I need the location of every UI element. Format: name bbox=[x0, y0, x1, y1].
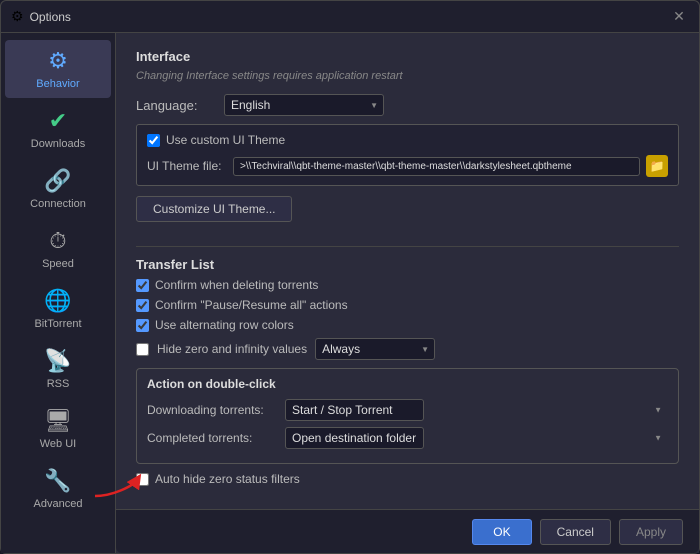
sidebar-item-label-advanced: Advanced bbox=[34, 498, 83, 510]
ok-button[interactable]: OK bbox=[472, 519, 531, 545]
transfer-list-section: Transfer List Confirm when deleting torr… bbox=[136, 257, 679, 360]
theme-header: Use custom UI Theme bbox=[147, 133, 668, 147]
hide-zero-checkbox[interactable] bbox=[136, 343, 149, 356]
window-icon: ⚙ bbox=[11, 8, 24, 25]
language-select-wrapper: English French German bbox=[224, 94, 384, 116]
webui-icon: 🖥 bbox=[44, 408, 72, 434]
confirm-pause-row: Confirm "Pause/Resume all" actions bbox=[136, 298, 679, 312]
hide-zero-select[interactable]: Always Never When inactive bbox=[315, 338, 435, 360]
sidebar-item-bittorrent[interactable]: 🌐 BitTorrent bbox=[5, 280, 111, 338]
hide-zero-label: Hide zero and infinity values bbox=[157, 342, 307, 356]
apply-button[interactable]: Apply bbox=[619, 519, 683, 545]
theme-path-row: UI Theme file: 📁 bbox=[147, 155, 668, 177]
interface-subtitle: Changing Interface settings requires app… bbox=[136, 70, 679, 82]
language-row: Language: English French German bbox=[136, 94, 679, 116]
sidebar-item-label-rss: RSS bbox=[47, 378, 70, 390]
sidebar-item-label-behavior: Behavior bbox=[36, 78, 79, 90]
main-panel: Interface Changing Interface settings re… bbox=[116, 33, 699, 553]
completed-select[interactable]: Open destination folder Start / Stop Tor… bbox=[285, 427, 424, 449]
hide-zero-row: Hide zero and infinity values Always Nev… bbox=[136, 338, 679, 360]
use-custom-theme-checkbox[interactable] bbox=[147, 134, 160, 147]
downloading-select-wrapper: Start / Stop Torrent Open destination fo… bbox=[285, 399, 668, 421]
cancel-button[interactable]: Cancel bbox=[540, 519, 611, 545]
theme-checkbox-label: Use custom UI Theme bbox=[166, 133, 285, 147]
confirm-delete-label: Confirm when deleting torrents bbox=[155, 278, 318, 292]
completed-select-wrapper: Open destination folder Start / Stop Tor… bbox=[285, 427, 668, 449]
sidebar: ⚙ Behavior ✔ Downloads 🔗 Connection ⏱ Sp… bbox=[1, 33, 116, 553]
downloading-select[interactable]: Start / Stop Torrent Open destination fo… bbox=[285, 399, 424, 421]
auto-hide-row: Auto hide zero status filters bbox=[136, 472, 679, 486]
language-label: Language: bbox=[136, 98, 216, 113]
options-window: ⚙ Options ✕ ⚙ Behavior ✔ Downloads 🔗 Con… bbox=[0, 0, 700, 554]
action-section: Action on double-click Downloading torre… bbox=[136, 368, 679, 464]
sidebar-item-advanced[interactable]: 🔧 Advanced bbox=[5, 460, 111, 518]
downloads-icon: ✔ bbox=[49, 108, 67, 134]
connection-icon: 🔗 bbox=[44, 168, 71, 194]
sidebar-item-label-bittorrent: BitTorrent bbox=[34, 318, 81, 330]
arrow-indicator bbox=[93, 472, 143, 500]
sidebar-item-label-speed: Speed bbox=[42, 258, 74, 270]
sidebar-item-label-webui: Web UI bbox=[40, 438, 76, 450]
completed-torrents-row: Completed torrents: Open destination fol… bbox=[147, 427, 668, 449]
interface-title: Interface bbox=[136, 49, 679, 64]
bottom-bar: OK Cancel Apply bbox=[116, 509, 699, 553]
sidebar-item-webui[interactable]: 🖥 Web UI bbox=[5, 400, 111, 458]
title-bar-left: ⚙ Options bbox=[11, 8, 71, 25]
interface-section: Interface Changing Interface settings re… bbox=[136, 49, 679, 116]
action-section-title: Action on double-click bbox=[147, 377, 668, 391]
auto-hide-label: Auto hide zero status filters bbox=[155, 472, 300, 486]
alternating-rows-row: Use alternating row colors bbox=[136, 318, 679, 332]
downloading-torrents-row: Downloading torrents: Start / Stop Torre… bbox=[147, 399, 668, 421]
theme-path-input[interactable] bbox=[233, 157, 640, 176]
sidebar-item-connection[interactable]: 🔗 Connection bbox=[5, 160, 111, 218]
downloading-label: Downloading torrents: bbox=[147, 403, 277, 417]
section-divider-1 bbox=[136, 246, 679, 247]
sidebar-item-downloads[interactable]: ✔ Downloads bbox=[5, 100, 111, 158]
customize-theme-button[interactable]: Customize UI Theme... bbox=[136, 196, 292, 222]
folder-browse-button[interactable]: 📁 bbox=[646, 155, 668, 177]
sidebar-item-speed[interactable]: ⏱ Speed bbox=[5, 220, 111, 278]
rss-icon: 📡 bbox=[44, 348, 71, 374]
alternating-rows-checkbox[interactable] bbox=[136, 319, 149, 332]
confirm-pause-label: Confirm "Pause/Resume all" actions bbox=[155, 298, 348, 312]
completed-label: Completed torrents: bbox=[147, 431, 277, 445]
theme-box: Use custom UI Theme UI Theme file: 📁 bbox=[136, 124, 679, 186]
window-title: Options bbox=[30, 10, 71, 24]
sidebar-item-behavior[interactable]: ⚙ Behavior bbox=[5, 40, 111, 98]
language-select[interactable]: English French German bbox=[224, 94, 384, 116]
hide-zero-select-wrapper: Always Never When inactive bbox=[315, 338, 435, 360]
close-button[interactable]: ✕ bbox=[669, 7, 689, 27]
sidebar-item-rss[interactable]: 📡 RSS bbox=[5, 340, 111, 398]
advanced-icon: 🔧 bbox=[44, 468, 71, 494]
sidebar-item-label-downloads: Downloads bbox=[31, 138, 85, 150]
main-content: ⚙ Behavior ✔ Downloads 🔗 Connection ⏱ Sp… bbox=[1, 33, 699, 553]
sidebar-item-label-connection: Connection bbox=[30, 198, 86, 210]
speed-icon: ⏱ bbox=[49, 228, 66, 254]
transfer-list-title: Transfer List bbox=[136, 257, 679, 272]
theme-path-label: UI Theme file: bbox=[147, 159, 227, 173]
confirm-pause-checkbox[interactable] bbox=[136, 299, 149, 312]
title-bar: ⚙ Options ✕ bbox=[1, 1, 699, 33]
behavior-icon: ⚙ bbox=[48, 48, 68, 74]
alternating-rows-label: Use alternating row colors bbox=[155, 318, 294, 332]
confirm-delete-checkbox[interactable] bbox=[136, 279, 149, 292]
settings-scroll-area[interactable]: Interface Changing Interface settings re… bbox=[116, 33, 699, 509]
confirm-delete-row: Confirm when deleting torrents bbox=[136, 278, 679, 292]
bittorrent-icon: 🌐 bbox=[44, 288, 71, 314]
